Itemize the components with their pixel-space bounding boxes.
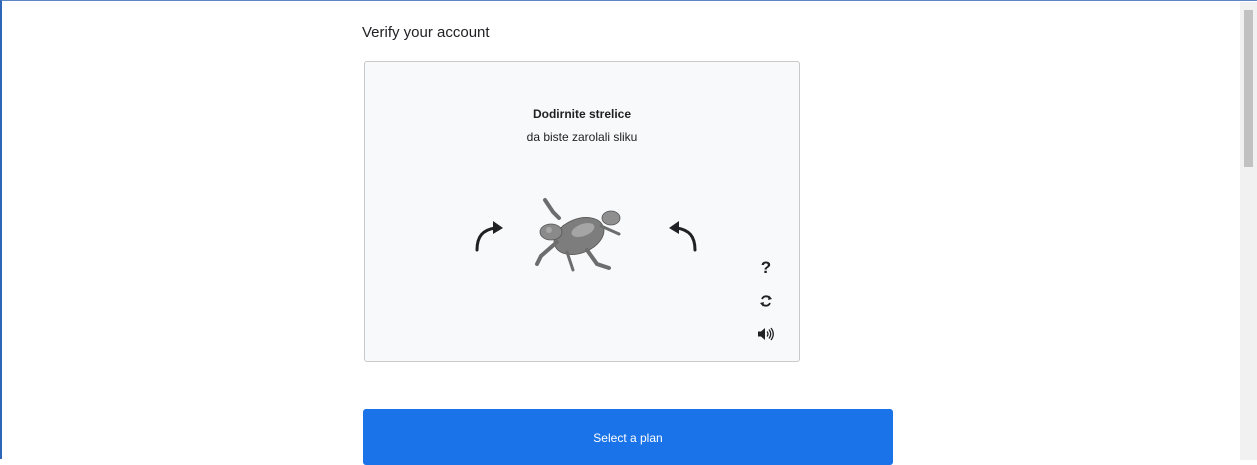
curved-arrow-left-icon (475, 221, 503, 252)
rotated-animal-icon (535, 198, 621, 272)
audio-button[interactable] (753, 321, 779, 347)
vertical-scrollbar[interactable] (1240, 2, 1257, 460)
captcha-instruction-title: Dodirnite strelice (532, 107, 632, 121)
page-title: Verify your account (362, 24, 490, 41)
question-mark-icon: ? (760, 258, 772, 277)
help-button[interactable]: ? (753, 255, 779, 281)
refresh-icon (760, 295, 772, 307)
rotate-right-button[interactable] (663, 214, 703, 254)
speaker-icon (758, 327, 774, 341)
curved-arrow-right-icon (669, 221, 697, 252)
captcha-panel: Dodirnite strelice da biste zarolali sli… (364, 61, 800, 362)
page-frame: Verify your account Dodirnite strelice d… (0, 0, 1257, 465)
rotate-left-button[interactable] (469, 214, 509, 254)
select-plan-button[interactable]: Select a plan (363, 409, 893, 465)
scrollbar-thumb[interactable] (1244, 10, 1253, 167)
captcha-instruction-subtitle: da biste zarolali sliku (526, 130, 638, 144)
refresh-button[interactable] (753, 288, 779, 314)
captcha-animal-image (527, 192, 627, 276)
